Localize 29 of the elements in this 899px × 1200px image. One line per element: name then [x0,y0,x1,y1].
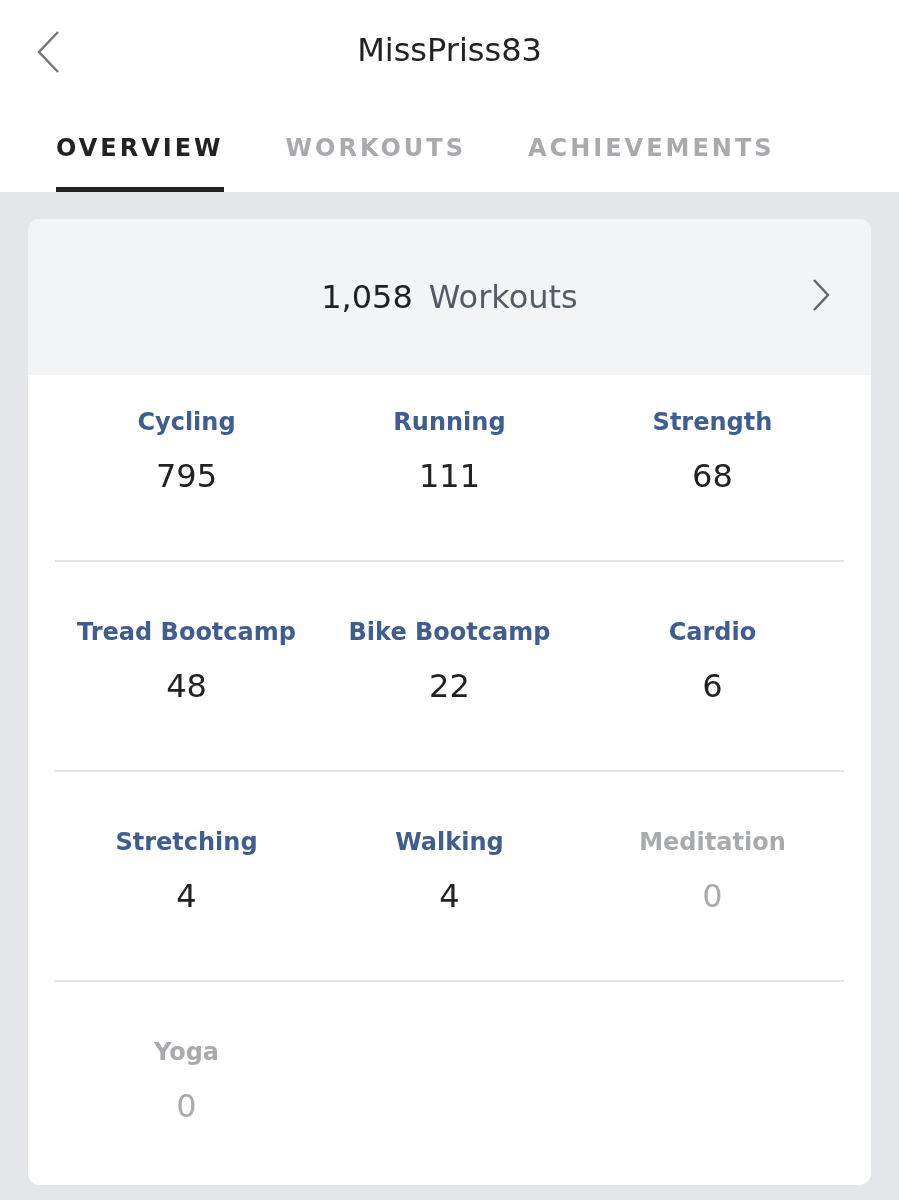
tab[interactable]: WORKOUTS [285,100,466,192]
stat-label: Meditation [638,827,787,858]
stat-label: Cardio [667,617,758,648]
stat-value: 22 [428,666,471,707]
stat-label: Stretching [114,827,259,858]
chevron-right-icon [811,277,831,313]
stat-label: Bike Bootcamp [347,617,552,648]
stat-value: 0 [701,876,724,917]
workouts-label: Workouts [428,277,578,318]
profile-title: MissPriss83 [357,30,542,71]
tab[interactable]: OVERVIEW [56,100,224,192]
stat-label: Tread Bootcamp [76,617,297,648]
stat-label: Cycling [136,407,237,438]
stat-value: 68 [691,456,734,497]
stat-label: Yoga [152,1037,220,1068]
stat-value: 48 [165,666,208,707]
stat-value: 4 [175,876,198,917]
chevron-button[interactable] [811,277,831,313]
back-icon [36,30,62,74]
stat-label: Walking [394,827,505,858]
stat-value: 795 [154,456,219,497]
stat-value: 111 [417,456,481,497]
stat-label: Strength [651,407,774,438]
stat-value: 4 [438,876,461,917]
workout-count: 1,058 [321,277,413,318]
tab[interactable]: ACHIEVEMENTS [528,100,775,192]
stat-value: 0 [175,1086,198,1127]
stat-value: 6 [701,666,724,707]
stat-label: Running [392,407,507,438]
